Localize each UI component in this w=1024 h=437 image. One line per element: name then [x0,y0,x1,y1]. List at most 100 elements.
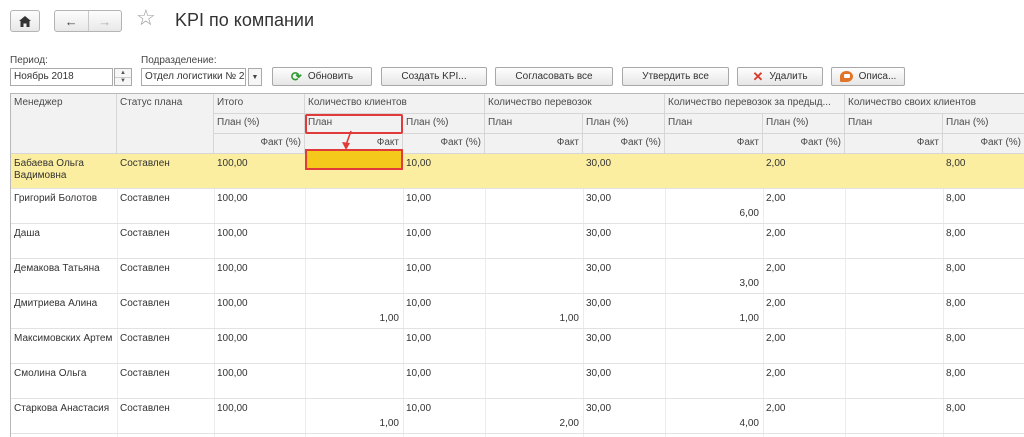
shipments-fact-cell[interactable]: 1,00 [487,313,579,325]
column-header-manager[interactable]: Менеджер [11,94,117,154]
shipments-plan-pct-cell[interactable]: 30,00 [586,403,662,415]
stepper-up-icon[interactable]: ▲ [115,69,131,77]
total-plan-cell[interactable]: 100,00 [217,193,303,205]
own-clients-plan-pct-cell[interactable]: 8,00 [946,228,1022,240]
plan-status-cell[interactable]: Составлен [120,263,212,275]
shipments-plan-pct-cell[interactable]: 30,00 [586,158,662,170]
own-clients-plan-pct-cell[interactable]: 8,00 [946,298,1022,310]
shipments-plan-pct-cell[interactable]: 30,00 [586,368,662,380]
star-icon[interactable]: ☆ [136,7,156,29]
prev-shipments-plan-pct-cell[interactable]: 2,00 [766,158,842,170]
manager-name-cell[interactable]: Максимовских Артем [14,333,114,345]
plan-status-cell[interactable]: Составлен [120,228,212,240]
forward-button[interactable]: → [87,11,122,31]
home-button[interactable] [10,10,40,32]
column-header-clients-fact-pct[interactable]: Факт (%) [403,134,485,154]
column-group-clients[interactable]: Количество клиентов [305,94,485,114]
shipments-plan-pct-cell[interactable]: 30,00 [586,263,662,275]
clients-plan-pct-cell[interactable]: 10,00 [406,333,482,345]
own-clients-plan-pct-cell[interactable]: 8,00 [946,263,1022,275]
stepper-down-icon[interactable]: ▼ [115,76,131,86]
prev-shipments-plan-pct-cell[interactable]: 2,00 [766,193,842,205]
description-button[interactable]: Описа... [831,67,905,86]
manager-name-cell[interactable]: Старкова Анастасия [14,403,114,415]
clients-plan-pct-cell[interactable]: 10,00 [406,368,482,380]
column-group-shipments[interactable]: Количество перевозок [485,94,665,114]
table-row[interactable]: Смолина Ольга Составлен 100,00 10,00 30,00 2,… [11,364,1024,399]
total-plan-cell[interactable]: 100,00 [217,368,303,380]
prev-shipments-fact-cell[interactable]: 3,00 [667,278,759,290]
create-kpi-button[interactable]: Создать KPI... [381,67,487,86]
table-row[interactable]: Дмитриева Алина Составлен 100,00 1,00 10,00 1… [11,294,1024,329]
clients-plan-pct-cell[interactable]: 10,00 [406,298,482,310]
clients-plan-pct-cell[interactable]: 10,00 [406,403,482,415]
table-row[interactable]: Максимовских Артем Составлен 100,00 10,00 30… [11,329,1024,364]
own-clients-plan-pct-cell[interactable]: 8,00 [946,158,1022,170]
prev-shipments-plan-pct-cell[interactable]: 2,00 [766,228,842,240]
department-field[interactable]: Отдел логистики № 2 [141,68,246,86]
clients-fact-cell[interactable]: 1,00 [307,313,399,325]
column-header-own-plan-pct[interactable]: План (%) [943,114,1024,134]
total-plan-cell[interactable]: 100,00 [217,403,303,415]
total-plan-cell[interactable]: 100,00 [217,158,303,170]
prev-shipments-fact-cell[interactable]: 1,00 [667,313,759,325]
period-field[interactable]: Ноябрь 2018 [10,68,113,86]
column-header-prev-fact[interactable]: Факт [665,134,763,154]
table-row[interactable]: Старкова Анастасия Составлен 100,00 1,00 10,… [11,399,1024,434]
shipments-plan-pct-cell[interactable]: 30,00 [586,193,662,205]
column-header-prev-fact-pct[interactable]: Факт (%) [763,134,845,154]
own-clients-plan-pct-cell[interactable]: 8,00 [946,368,1022,380]
approve-all-button[interactable]: Согласовать все [495,67,613,86]
table-row-selected[interactable]: Бабаева Ольга Вадимовна Составлен 100,00 10… [11,154,1024,189]
column-header-own-fact-pct[interactable]: Факт (%) [943,134,1024,154]
manager-name-cell[interactable]: Дмитриева Алина [14,298,114,310]
clients-plan-pct-cell[interactable]: 10,00 [406,263,482,275]
plan-status-cell[interactable]: Составлен [120,193,212,205]
own-clients-plan-pct-cell[interactable]: 8,00 [946,193,1022,205]
column-header-clients-plan-pct[interactable]: План (%) [403,114,485,134]
period-stepper[interactable]: ▲ ▼ [114,68,132,86]
shipments-fact-cell[interactable]: 2,00 [487,418,579,430]
own-clients-plan-pct-cell[interactable]: 8,00 [946,333,1022,345]
column-header-shipments-fact[interactable]: Факт [485,134,583,154]
plan-status-cell[interactable]: Составлен [120,403,212,415]
column-header-own-plan[interactable]: План [845,114,943,134]
prev-shipments-plan-pct-cell[interactable]: 2,00 [766,403,842,415]
table-row[interactable]: Даша Составлен 100,00 10,00 30,00 2,00 8,00 [11,224,1024,259]
total-plan-cell[interactable]: 100,00 [217,228,303,240]
own-clients-plan-pct-cell[interactable]: 8,00 [946,403,1022,415]
clients-plan-pct-cell[interactable]: 10,00 [406,228,482,240]
column-header-total-fact[interactable]: Факт (%) [214,134,305,154]
shipments-plan-pct-cell[interactable]: 30,00 [586,333,662,345]
total-plan-cell[interactable]: 100,00 [217,333,303,345]
manager-name-cell[interactable]: Григорий Болотов [14,193,114,205]
column-header-shipments-plan-pct[interactable]: План (%) [583,114,665,134]
column-header-shipments-fact-pct[interactable]: Факт (%) [583,134,665,154]
total-plan-cell[interactable]: 100,00 [217,298,303,310]
column-header-total[interactable]: Итого [214,94,305,114]
plan-status-cell[interactable]: Составлен [120,298,212,310]
clients-plan-pct-cell[interactable]: 10,00 [406,158,482,170]
total-plan-cell[interactable]: 100,00 [217,263,303,275]
clients-fact-cell[interactable]: 1,00 [307,418,399,430]
plan-status-cell[interactable]: Составлен [120,158,212,170]
plan-status-cell[interactable]: Составлен [120,333,212,345]
confirm-all-button[interactable]: Утвердить все [622,67,729,86]
prev-shipments-plan-pct-cell[interactable]: 2,00 [766,368,842,380]
prev-shipments-fact-cell[interactable]: 6,00 [667,208,759,220]
chevron-down-icon[interactable]: ▼ [248,68,262,86]
manager-name-cell[interactable]: Смолина Ольга [14,368,114,380]
delete-button[interactable]: ✕ Удалить [737,67,823,86]
clients-plan-pct-cell[interactable]: 10,00 [406,193,482,205]
table-row[interactable]: Григорий Болотов Составлен 100,00 10,00 30,0… [11,189,1024,224]
column-header-status[interactable]: Статус плана [117,94,214,154]
plan-status-cell[interactable]: Составлен [120,368,212,380]
prev-shipments-fact-cell[interactable]: 4,00 [667,418,759,430]
prev-shipments-plan-pct-cell[interactable]: 2,00 [766,333,842,345]
table-row[interactable]: Демакова Татьяна Составлен 100,00 10,00 30,0… [11,259,1024,294]
prev-shipments-plan-pct-cell[interactable]: 2,00 [766,263,842,275]
column-header-prev-plan[interactable]: План [665,114,763,134]
back-button[interactable]: ← [55,11,88,31]
column-header-prev-plan-pct[interactable]: План (%) [763,114,845,134]
shipments-plan-pct-cell[interactable]: 30,00 [586,298,662,310]
